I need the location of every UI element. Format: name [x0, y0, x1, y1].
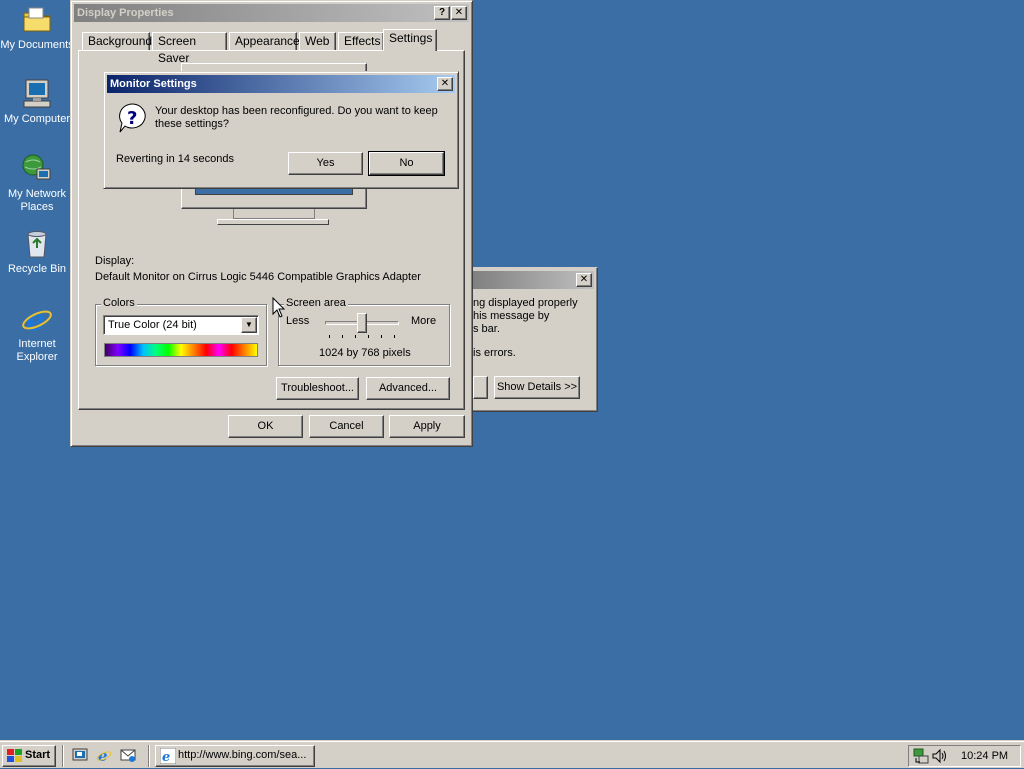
desktop-icon-internet-explorer[interactable]: e Internet Explorer — [0, 303, 74, 364]
network-tray-icon[interactable] — [913, 748, 929, 764]
tab-web[interactable]: Web — [299, 32, 336, 51]
slider-thumb[interactable] — [357, 313, 367, 333]
system-tray: 10:24 PM — [908, 745, 1021, 767]
computer-icon — [21, 78, 53, 110]
mouse-cursor-icon — [272, 296, 286, 322]
slider-ticks — [329, 335, 395, 338]
warning-text-line: s bar. — [473, 323, 500, 335]
task-label: http://www.bing.com/sea... — [178, 749, 307, 761]
colors-group-label: Colors — [101, 297, 137, 309]
reverting-countdown: Reverting in 14 seconds — [116, 153, 235, 165]
display-value: Default Monitor on Cirrus Logic 5446 Com… — [95, 271, 421, 283]
taskbar-separator — [62, 745, 64, 767]
close-button[interactable]: ✕ — [451, 6, 467, 20]
apply-button[interactable]: Apply — [389, 415, 465, 438]
taskbar: Start e e http://www.bing.com/sea... 10:… — [0, 740, 1024, 768]
internet-explorer-icon: e — [21, 303, 53, 338]
internet-explorer-icon[interactable]: e — [96, 747, 112, 765]
clock[interactable]: 10:24 PM — [961, 750, 1008, 762]
desktop-icon-recycle-bin[interactable]: Recycle Bin — [0, 228, 74, 276]
cancel-button[interactable]: Cancel — [309, 415, 384, 438]
troubleshoot-button[interactable]: Troubleshoot... — [276, 377, 359, 400]
windows-logo-icon — [7, 749, 22, 762]
desktop-icon-my-computer[interactable]: My Computer — [0, 78, 74, 126]
tab-effects[interactable]: Effects — [338, 32, 384, 51]
chevron-down-icon[interactable]: ▼ — [241, 317, 257, 333]
warning-dialog-titlebar[interactable]: ✕ — [473, 271, 594, 289]
svg-text:e: e — [162, 750, 170, 764]
start-label: Start — [25, 749, 51, 761]
question-text: Your desktop has been reconfigured. Do y… — [155, 105, 438, 130]
taskbar-task-browser[interactable]: e http://www.bing.com/sea... — [155, 745, 315, 767]
display-properties-titlebar[interactable]: Display Properties ? ✕ — [74, 4, 469, 22]
more-label: More — [411, 315, 437, 327]
desktop-icon-label: Internet Explorer — [16, 338, 58, 363]
screen-area-group-label: Screen area — [284, 297, 348, 309]
screen-area-slider[interactable] — [325, 313, 399, 339]
network-icon — [21, 153, 53, 185]
desktop-icon-label: My Documents — [0, 39, 74, 51]
recycle-bin-icon — [21, 228, 53, 260]
outlook-express-icon[interactable] — [120, 747, 136, 763]
taskbar-separator — [148, 745, 150, 767]
tab-background[interactable]: Background — [82, 32, 152, 51]
volume-icon[interactable] — [931, 748, 947, 764]
close-button[interactable]: ✕ — [437, 77, 453, 91]
close-button[interactable]: ✕ — [576, 273, 592, 287]
desktop-icon-my-documents[interactable]: My Documents — [0, 4, 74, 52]
question-icon: ? — [117, 102, 149, 134]
yes-button[interactable]: Yes — [288, 152, 363, 175]
desktop-icon-label: My Computer — [3, 113, 71, 125]
less-label: Less — [286, 315, 310, 327]
advanced-button[interactable]: Advanced... — [366, 377, 450, 400]
window-title: Display Properties — [77, 7, 174, 19]
start-button[interactable]: Start — [2, 745, 56, 767]
resolution-label: 1024 by 768 pixels — [319, 347, 411, 359]
monitor-settings-titlebar[interactable]: Monitor Settings ✕ — [107, 75, 455, 93]
quick-launch: e — [70, 747, 142, 765]
display-label: Display: — [95, 255, 135, 267]
tab-screen-saver[interactable]: Screen Saver — [152, 32, 227, 65]
no-button[interactable]: No — [368, 151, 445, 176]
color-spectrum-bar — [104, 343, 258, 357]
folder-icon — [21, 4, 53, 36]
display-warning-dialog: ✕ ng displayed properly his message by s… — [473, 267, 598, 412]
desktop-icon-my-network-places[interactable]: My Network Places — [0, 153, 74, 214]
warning-text-line: his message by — [473, 310, 550, 322]
display-properties-window: Display Properties ? ✕ Background Screen… — [70, 0, 473, 447]
hidden-button-edge[interactable] — [473, 376, 488, 399]
monitor-settings-dialog: Monitor Settings ✕ ? Your desktop has be… — [103, 71, 459, 189]
tab-appearance[interactable]: Appearance — [229, 32, 300, 51]
warning-text-line: ng displayed properly — [473, 297, 578, 309]
desktop-icon-label: Recycle Bin — [7, 263, 67, 275]
dialog-title: Monitor Settings — [110, 78, 197, 90]
internet-explorer-icon: e — [159, 747, 177, 765]
tab-settings[interactable]: Settings — [383, 29, 437, 51]
ok-button[interactable]: OK — [228, 415, 303, 438]
colors-select[interactable]: True Color (24 bit) ▼ — [103, 315, 259, 335]
colors-select-value: True Color (24 bit) — [108, 319, 197, 331]
show-details-button[interactable]: Show Details >> — [494, 376, 580, 399]
svg-text:?: ? — [127, 108, 137, 129]
warning-text-line: is errors. — [473, 347, 516, 359]
help-button[interactable]: ? — [434, 6, 450, 20]
desktop-icon-label: My Network Places — [7, 188, 67, 213]
show-desktop-icon[interactable] — [72, 747, 88, 763]
